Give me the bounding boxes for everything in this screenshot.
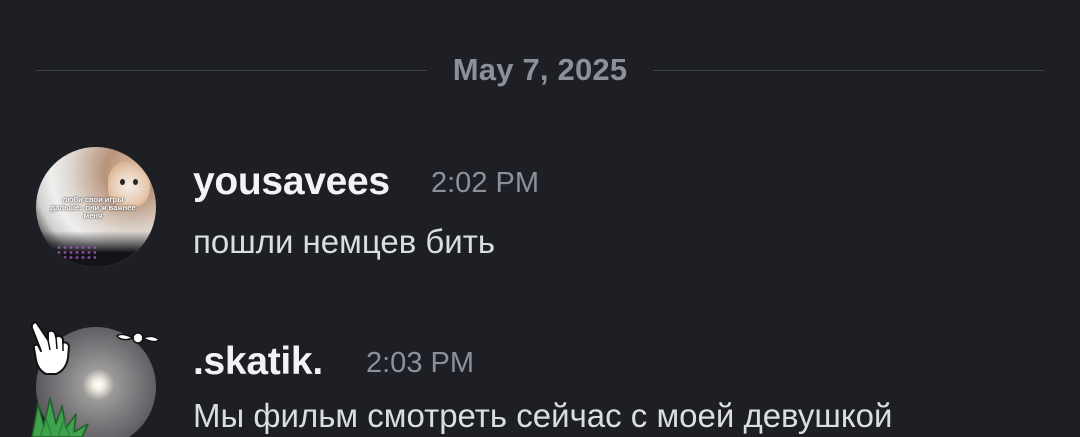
divider-line-left bbox=[36, 69, 427, 71]
divider-line-right bbox=[653, 69, 1045, 71]
message-author[interactable]: .skatik. bbox=[193, 340, 323, 384]
chat-message-list[interactable]: May 7, 2025 люби свои игры дальше.. они … bbox=[0, 0, 1080, 437]
avatar-caption: люби свои игры дальше.. они ж важнее мен… bbox=[50, 195, 136, 220]
date-divider: May 7, 2025 bbox=[36, 48, 1045, 92]
user-avatar[interactable]: люби свои игры дальше.. они ж важнее мен… bbox=[36, 147, 156, 267]
propeller-icon bbox=[115, 332, 161, 344]
message-author[interactable]: yousavees bbox=[193, 160, 390, 204]
date-divider-label: May 7, 2025 bbox=[452, 52, 628, 87]
keyboard-lights bbox=[56, 245, 96, 261]
avatar-shadow bbox=[36, 231, 156, 267]
grass-icon bbox=[31, 397, 89, 437]
pointing-hand-icon bbox=[30, 321, 70, 375]
message-text: Мы фильм смотреть сейчас с моей девушкой bbox=[193, 397, 893, 434]
message-timestamp[interactable]: 2:02 PM bbox=[431, 167, 539, 200]
message-text: пошли немцев бить bbox=[193, 223, 496, 260]
message-timestamp[interactable]: 2:03 PM bbox=[366, 347, 474, 380]
